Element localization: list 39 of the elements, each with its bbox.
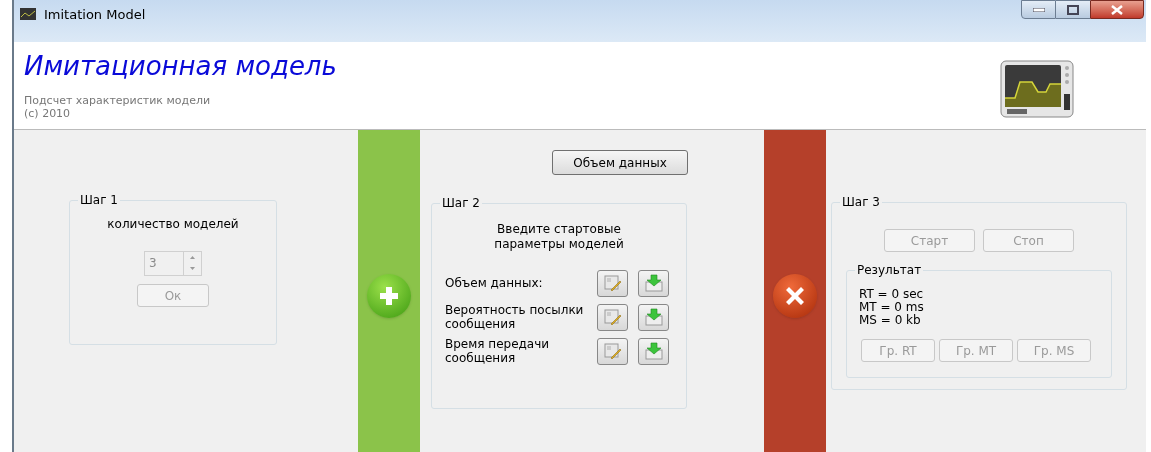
add-button[interactable] bbox=[367, 274, 411, 318]
result-value: MS = 0 kb bbox=[859, 314, 922, 327]
close-icon bbox=[1111, 4, 1123, 15]
parameter-label: Вероятность посылки сообщения bbox=[445, 303, 585, 331]
result-value: RT = 0 sec bbox=[859, 288, 925, 301]
app-icon bbox=[20, 8, 36, 20]
edit-button[interactable] bbox=[597, 269, 628, 297]
download-tray-icon bbox=[644, 308, 663, 326]
plus-icon bbox=[379, 286, 399, 306]
spinner-value: 3 bbox=[148, 255, 158, 272]
edit-document-icon bbox=[603, 342, 622, 360]
remove-button[interactable] bbox=[773, 274, 817, 318]
load-button[interactable] bbox=[638, 303, 669, 331]
copyright: (c) 2010 bbox=[24, 107, 72, 120]
edit-button[interactable] bbox=[597, 303, 628, 331]
close-button[interactable] bbox=[1090, 0, 1144, 19]
load-button[interactable] bbox=[638, 337, 669, 365]
window-title: Imitation Model bbox=[44, 6, 146, 24]
parameter-label: Объем данных: bbox=[445, 276, 544, 290]
models-count-label: количество моделей bbox=[107, 216, 239, 233]
app-heading: Имитационная модель bbox=[24, 50, 337, 82]
instructions-text: Введите стартовые параметры моделей bbox=[493, 222, 625, 252]
parameter-label: Время передачи сообщения bbox=[445, 337, 551, 365]
data-volume-button[interactable]: Объем данных bbox=[552, 150, 688, 175]
maximize-button[interactable] bbox=[1056, 0, 1090, 19]
result-value: MT = 0 ms bbox=[859, 301, 925, 314]
download-tray-icon bbox=[644, 342, 663, 360]
load-button[interactable] bbox=[638, 269, 669, 297]
minimize-icon bbox=[1032, 7, 1045, 12]
minimize-button[interactable] bbox=[1021, 0, 1056, 19]
monitor-chart-icon bbox=[1000, 60, 1074, 118]
download-tray-icon bbox=[644, 274, 663, 292]
close-icon bbox=[785, 286, 805, 306]
maximize-icon bbox=[1067, 4, 1079, 15]
edit-document-icon bbox=[603, 274, 622, 292]
edit-document-icon bbox=[603, 308, 622, 326]
group-legend: Результат bbox=[855, 262, 924, 278]
edit-button[interactable] bbox=[597, 337, 628, 365]
subtitle: Подсчет характеристик модели bbox=[24, 94, 212, 107]
